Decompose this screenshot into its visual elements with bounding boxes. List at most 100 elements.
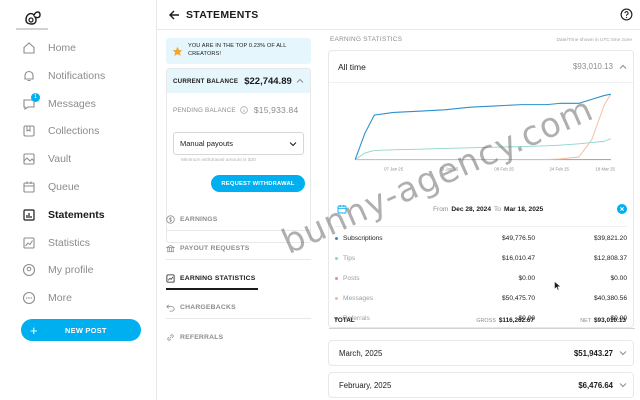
messages-badge: 1	[31, 93, 40, 102]
sidebar-item-label: Messages	[48, 98, 96, 110]
sidebar-item-label: Home	[48, 42, 77, 54]
calendar-icon[interactable]	[337, 204, 347, 214]
from-date[interactable]: Dec 28, 2024	[451, 206, 491, 213]
clear-date-button[interactable]	[617, 204, 627, 214]
earnings-line-chart: 07 Jan 25 23 Jan 25 08 Feb 25 24 Feb 25 18 M…	[354, 93, 616, 171]
subnav-label: PAYOUT REQUESTS	[180, 244, 250, 252]
to-date[interactable]: Mar 18, 2025	[504, 206, 543, 213]
chevron-down-icon	[619, 383, 627, 388]
total-label: TOTAL	[334, 316, 355, 324]
sidebar-item-label: My profile	[48, 264, 94, 276]
logo-icon[interactable]	[22, 6, 44, 28]
net-label: NET	[580, 317, 591, 324]
chevron-up-icon	[296, 78, 304, 83]
subnav-earnings[interactable]: EARNINGS	[166, 207, 311, 231]
date-range-row: From Dec 28, 2024 To Mar 18, 2025	[335, 201, 627, 217]
sidebar-item-label: Notifications	[48, 70, 106, 82]
request-withdrawal-button[interactable]: REQUEST WITHDRAWAL	[211, 175, 305, 192]
stat-gross: $0.00	[518, 274, 535, 282]
stat-gross: $50,475.70	[501, 294, 535, 302]
line-chart-icon	[23, 237, 35, 249]
sidebar-item-statements[interactable]: Statements	[22, 205, 105, 225]
stat-net: $12,808.37	[593, 254, 627, 262]
range-selector[interactable]: All time $93,010.13	[329, 51, 633, 83]
bookmark-icon	[23, 125, 35, 137]
subnav-chargebacks[interactable]: CHARGEBACKS	[166, 295, 311, 319]
subnav-label: EARNINGS	[180, 215, 218, 223]
chevron-down-icon	[619, 351, 627, 356]
subnav-label: CHARGEBACKS	[180, 303, 236, 311]
to-label: To	[494, 205, 501, 213]
month-label: February, 2025	[339, 380, 392, 390]
x-tick-label: 24 Feb 25	[550, 166, 570, 171]
sidebar-item-home[interactable]: Home	[22, 38, 76, 58]
stat-gross: $16,010.47	[501, 254, 535, 262]
subnav-payout-requests[interactable]: PAYOUT REQUESTS	[166, 236, 311, 260]
star-icon	[172, 46, 183, 56]
series-line-tips	[354, 138, 611, 160]
subnav-label: REFERRALS	[180, 333, 224, 341]
divider	[166, 259, 311, 260]
app-root: Home Notifications 1 Messages Collection…	[0, 0, 640, 400]
sidebar-item-label: Vault	[48, 153, 72, 165]
sidebar-item-messages[interactable]: 1 Messages	[22, 93, 96, 114]
sidebar-item-profile[interactable]: My profile	[22, 260, 94, 280]
sidebar-item-label: Queue	[48, 181, 80, 193]
sidebar-item-more[interactable]: More	[22, 288, 72, 308]
subnav-label: EARNING STATISTICS	[180, 274, 256, 282]
from-label: From	[433, 205, 449, 213]
more-icon	[22, 291, 36, 305]
help-icon[interactable]	[620, 8, 633, 21]
sidebar-item-label: Statistics	[48, 237, 91, 249]
divider	[166, 230, 311, 231]
logo-subtext	[16, 28, 48, 30]
total-gross: GROSS $116,262.67	[446, 317, 534, 324]
sidebar-item-vault[interactable]: Vault	[22, 149, 71, 169]
top-creator-banner: YOU ARE IN THE TOP 0.23% OF ALL CREATORS…	[166, 38, 311, 64]
payout-mode-value: Manual payouts	[180, 139, 233, 148]
stat-row-subscriptions: Subscriptions $49,776.50 $39,821.20	[335, 231, 627, 245]
stat-gross: $49,776.50	[501, 234, 535, 242]
sidebar-item-collections[interactable]: Collections	[22, 121, 99, 141]
divider	[335, 226, 627, 227]
back-arrow-icon[interactable]	[167, 8, 181, 22]
sidebar-item-statistics[interactable]: Statistics	[22, 233, 90, 253]
undo-icon	[166, 304, 175, 312]
banner-text: YOU ARE IN THE TOP 0.23% OF ALL CREATORS…	[188, 43, 287, 57]
range-total: $93,010.13	[572, 62, 613, 71]
sidebar-item-notifications[interactable]: Notifications	[22, 66, 105, 86]
month-label: March, 2025	[339, 348, 383, 358]
min-withdrawal-note: Minimum withdrawal amount is $20	[181, 158, 256, 163]
sidebar-item-label: Statements	[48, 209, 105, 221]
info-icon[interactable]	[240, 106, 248, 114]
payout-mode-select[interactable]: Manual payouts	[173, 132, 304, 155]
sidebar: Home Notifications 1 Messages Collection…	[0, 0, 157, 400]
timezone-note: Date/Time shown in UTC time zone	[556, 38, 632, 43]
stat-name: Posts	[343, 274, 360, 282]
subnav-earning-statistics[interactable]: EARNING STATISTICS	[166, 266, 311, 290]
total-divider	[329, 328, 635, 329]
bank-icon	[166, 244, 175, 252]
current-balance-header[interactable]: CURRENT BALANCE $22,744.89	[167, 69, 310, 93]
current-balance-label: CURRENT BALANCE	[173, 77, 239, 85]
stat-row-messages: Messages $50,475.70 $40,380.56	[335, 291, 627, 305]
sidebar-item-queue[interactable]: Queue	[22, 177, 80, 197]
statistics-card: All time $93,010.13 07 Jan 25 23 Jan 25 08…	[328, 50, 635, 329]
month-card-march[interactable]: March, 2025 $51,943.27	[328, 340, 634, 366]
total-row: TOTAL GROSS $116,262.67 NET $93,010.13	[334, 313, 626, 327]
chevron-up-icon	[619, 64, 627, 69]
chat-icon-wrap: 1	[22, 93, 40, 111]
statistics-column: EARNING STATISTICS Date/Time shown in UT…	[326, 30, 640, 400]
new-post-button[interactable]: + NEW POST	[21, 319, 141, 341]
legend-dot	[335, 276, 338, 280]
month-card-february[interactable]: February, 2025 $6,476.64	[328, 372, 634, 398]
stat-net: $40,380.56	[593, 294, 627, 302]
stat-row-tips: Tips $16,010.47 $12,808.37	[335, 251, 627, 265]
calendar-icon	[23, 181, 35, 193]
bell-icon	[24, 70, 34, 82]
new-post-label: NEW POST	[65, 325, 107, 335]
legend-dot	[335, 296, 338, 300]
sidebar-item-label: More	[48, 292, 72, 304]
subnav-referrals[interactable]: REFERRALS	[166, 325, 311, 349]
month-value: $6,476.64	[578, 380, 613, 390]
